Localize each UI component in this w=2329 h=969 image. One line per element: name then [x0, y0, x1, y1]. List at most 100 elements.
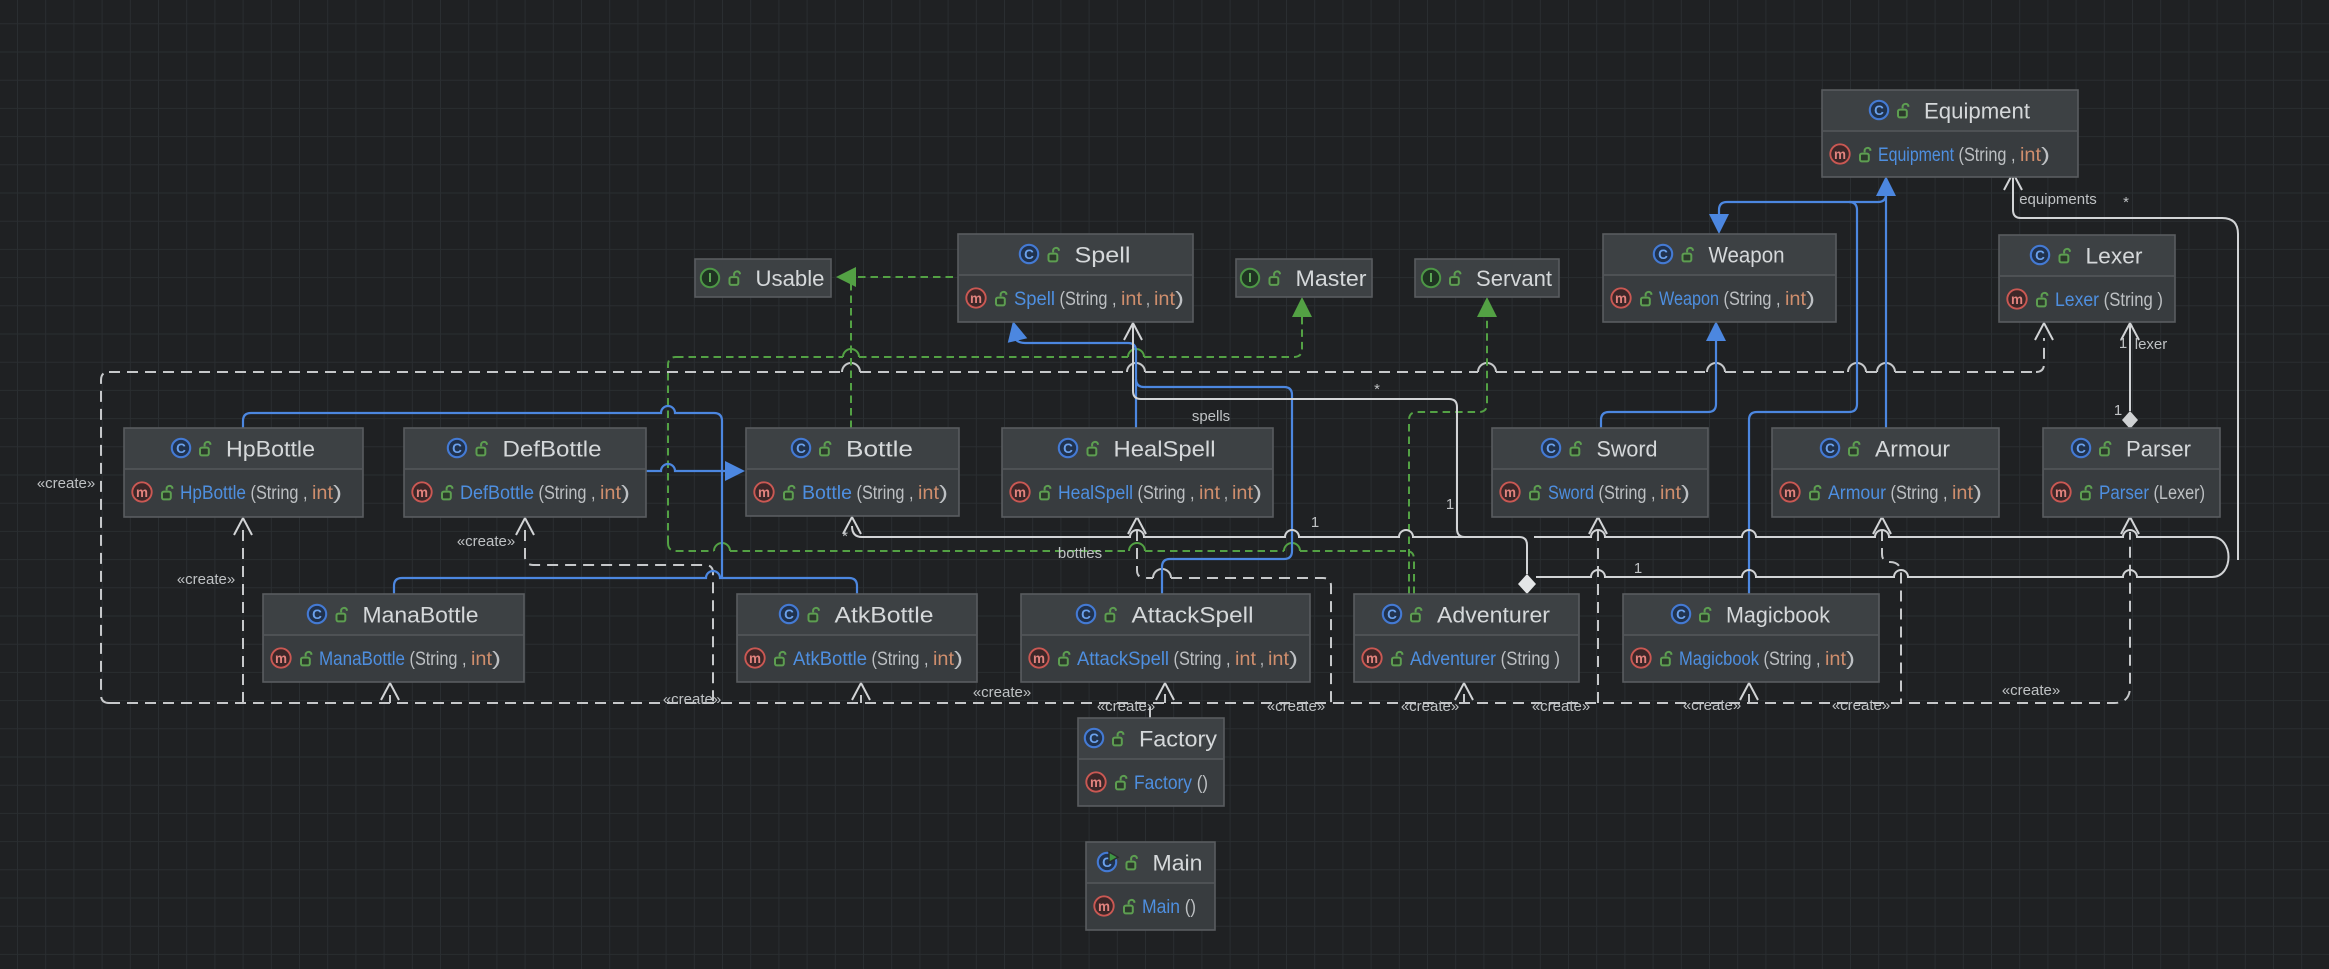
svg-text:Armour (String , int): Armour (String , int) — [1828, 483, 1982, 504]
svg-text:Bottle (String , int): Bottle (String , int) — [802, 483, 948, 504]
svg-text:HpBottle (String , int): HpBottle (String , int) — [180, 483, 342, 504]
svg-text:«create»: «create» — [663, 691, 721, 708]
svg-text:Spell (String , int , int): Spell (String , int , int) — [1014, 289, 1184, 310]
svg-text:I: I — [1429, 271, 1432, 285]
svg-text:C: C — [312, 607, 322, 622]
svg-text:«create»: «create» — [1267, 698, 1325, 715]
svg-text:DefBottle (String , int): DefBottle (String , int) — [460, 483, 630, 504]
svg-text:1: 1 — [2114, 402, 2122, 419]
svg-text:Armour: Armour — [1875, 436, 1950, 461]
svg-text:Equipment: Equipment — [1924, 98, 2030, 123]
svg-text:lexer: lexer — [2135, 336, 2168, 353]
svg-text:«create»: «create» — [1401, 698, 1459, 715]
svg-text:«create»: «create» — [1832, 697, 1890, 714]
svg-text:«create»: «create» — [457, 533, 515, 550]
svg-text:Magicbook: Magicbook — [1726, 602, 1831, 627]
svg-text:Lexer: Lexer — [2086, 243, 2143, 268]
svg-text:I: I — [708, 271, 711, 285]
svg-text:m: m — [1090, 775, 1102, 790]
svg-text:Weapon: Weapon — [1709, 242, 1785, 267]
svg-text:m: m — [758, 485, 770, 500]
svg-text:«create»: «create» — [177, 571, 235, 588]
svg-text:DefBottle: DefBottle — [503, 436, 602, 461]
svg-text:AttackSpell (String , int , in: AttackSpell (String , int , int) — [1077, 649, 1298, 670]
svg-text:1: 1 — [1634, 560, 1642, 577]
svg-text:spells: spells — [1192, 408, 1230, 425]
svg-text:«create»: «create» — [1097, 698, 1155, 715]
svg-text:m: m — [749, 651, 761, 666]
svg-text:Spell: Spell — [1075, 242, 1131, 267]
svg-text:equipments: equipments — [2019, 191, 2097, 208]
svg-text:«create»: «create» — [973, 684, 1031, 701]
svg-text:C: C — [1063, 441, 1073, 456]
svg-text:Lexer (String ): Lexer (String ) — [2055, 290, 2163, 311]
svg-text:1: 1 — [1446, 496, 1454, 513]
svg-text:m: m — [2055, 485, 2067, 500]
svg-text:*: * — [1374, 381, 1380, 398]
svg-text:m: m — [1784, 485, 1796, 500]
svg-text:m: m — [1014, 485, 1026, 500]
svg-text:C: C — [1658, 247, 1668, 262]
svg-text:Adventurer: Adventurer — [1437, 602, 1550, 627]
svg-text:C: C — [1081, 607, 1091, 622]
svg-text:C: C — [1387, 607, 1397, 622]
svg-text:Sword: Sword — [1597, 436, 1658, 461]
svg-text:m: m — [275, 651, 287, 666]
svg-text:m: m — [136, 485, 148, 500]
svg-text:Main (): Main () — [1142, 897, 1196, 918]
svg-text:C: C — [2035, 248, 2045, 263]
svg-text:ManaBottle: ManaBottle — [363, 602, 479, 627]
svg-text:1: 1 — [2119, 335, 2127, 352]
svg-text:Factory (): Factory () — [1134, 773, 1208, 794]
svg-text:C: C — [784, 607, 794, 622]
svg-text:«create»: «create» — [2002, 682, 2060, 699]
svg-text:C: C — [2076, 441, 2086, 456]
svg-text:Parser: Parser — [2126, 436, 2191, 461]
svg-text:Main: Main — [1153, 850, 1203, 875]
svg-text:m: m — [1615, 291, 1627, 306]
svg-text:C: C — [1546, 441, 1556, 456]
svg-text:m: m — [970, 291, 982, 306]
svg-text:C: C — [1825, 441, 1835, 456]
svg-text:AtkBottle (String , int): AtkBottle (String , int) — [793, 649, 963, 670]
svg-text:Factory: Factory — [1139, 726, 1217, 751]
svg-text:m: m — [1834, 147, 1846, 162]
svg-text:Magicbook (String , int): Magicbook (String , int) — [1679, 649, 1855, 670]
svg-text:Sword (String , int): Sword (String , int) — [1548, 483, 1690, 504]
svg-text:«create»: «create» — [1683, 697, 1741, 714]
svg-text:«create»: «create» — [1532, 698, 1590, 715]
svg-text:Weapon (String , int): Weapon (String , int) — [1659, 289, 1815, 310]
svg-text:HpBottle: HpBottle — [226, 436, 315, 461]
svg-text:Bottle: Bottle — [846, 436, 913, 461]
svg-text:Equipment (String , int): Equipment (String , int) — [1878, 145, 2050, 166]
svg-text:*: * — [2123, 194, 2129, 211]
svg-text:m: m — [1366, 651, 1378, 666]
svg-text:C: C — [1089, 731, 1099, 746]
svg-text:ManaBottle (String , int): ManaBottle (String , int) — [319, 649, 501, 670]
svg-text:HealSpell: HealSpell — [1114, 436, 1216, 461]
svg-text:m: m — [1504, 485, 1516, 500]
svg-text:m: m — [1098, 899, 1110, 914]
svg-text:AtkBottle: AtkBottle — [835, 602, 934, 627]
svg-text:1: 1 — [1311, 514, 1319, 531]
svg-text:bottles: bottles — [1058, 545, 1102, 562]
svg-text:Master: Master — [1296, 266, 1367, 291]
svg-text:m: m — [1635, 651, 1647, 666]
svg-text:m: m — [416, 485, 428, 500]
svg-text:*: * — [842, 528, 848, 545]
svg-text:«create»: «create» — [37, 475, 95, 492]
svg-text:AttackSpell: AttackSpell — [1132, 602, 1254, 627]
svg-text:C: C — [796, 441, 806, 456]
svg-text:Servant: Servant — [1476, 266, 1552, 291]
svg-text:Usable: Usable — [756, 266, 825, 291]
svg-text:I: I — [1248, 271, 1251, 285]
svg-text:C: C — [1874, 103, 1884, 118]
svg-text:HealSpell (String , int , int): HealSpell (String , int , int) — [1058, 483, 1262, 504]
svg-text:m: m — [1033, 651, 1045, 666]
svg-text:C: C — [452, 441, 462, 456]
svg-text:C: C — [176, 441, 186, 456]
svg-text:m: m — [2011, 292, 2023, 307]
svg-text:C: C — [1024, 247, 1034, 262]
svg-text:Adventurer (String ): Adventurer (String ) — [1410, 649, 1560, 670]
svg-text:C: C — [1676, 607, 1686, 622]
